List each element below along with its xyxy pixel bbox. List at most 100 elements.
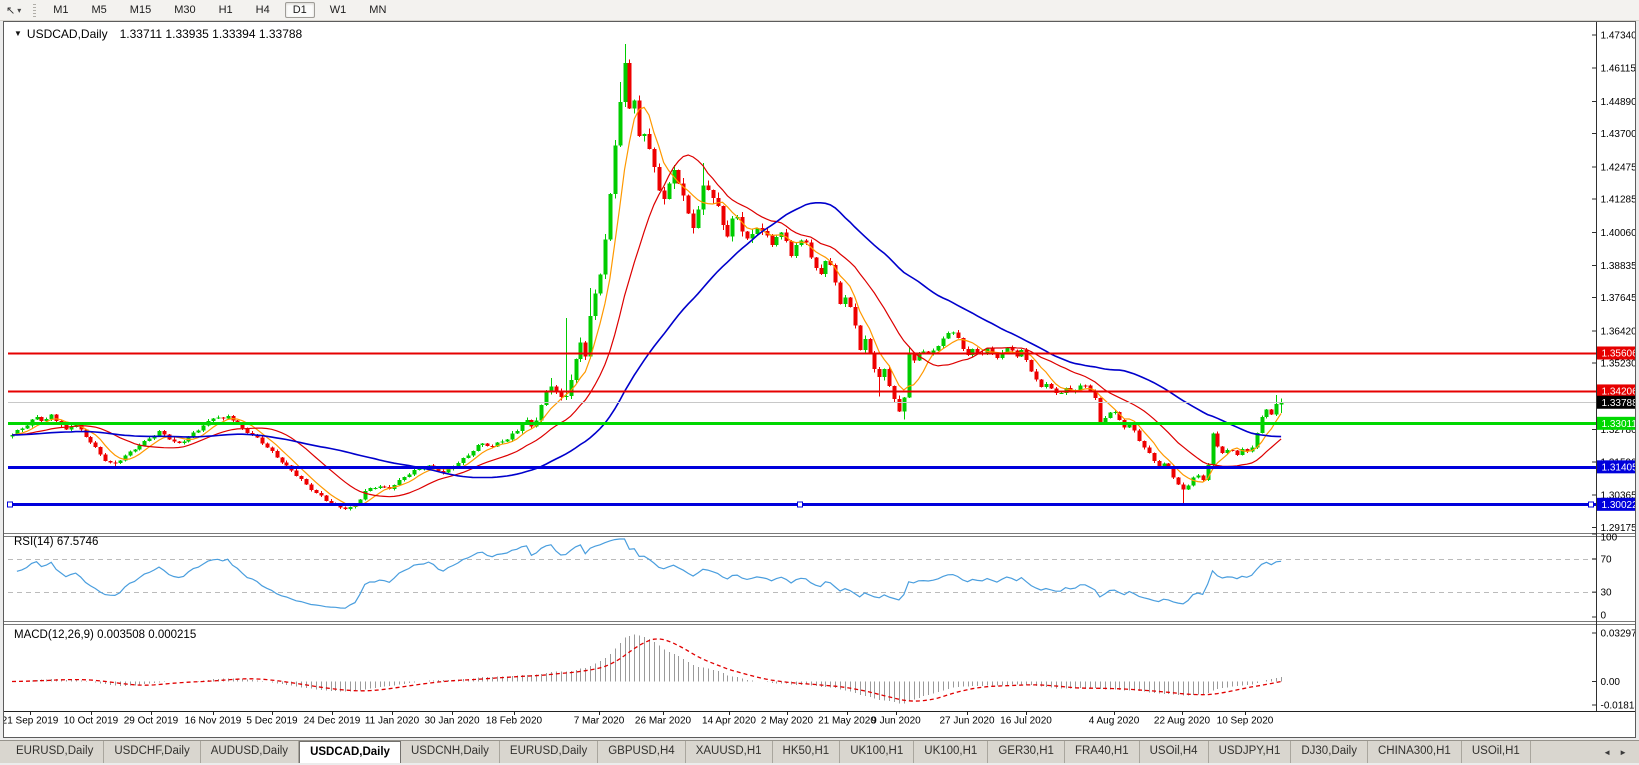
candle-body — [25, 425, 30, 429]
candle-body — [706, 185, 711, 190]
candle-body — [314, 490, 319, 493]
date-label: 2 May 2020 — [761, 716, 814, 727]
chart-tab-bar: EURUSD,Daily USDCHF,Daily AUDUSD,Daily USDC… — [0, 740, 1639, 763]
rsi-tick-label: 70 — [1601, 554, 1613, 565]
chart-title: ▼ USDCAD,Daily 1.33711 1.33935 1.33394 1.3… — [14, 27, 302, 41]
candle-body — [1108, 412, 1113, 418]
candle-body — [868, 339, 873, 354]
tab-usdjpy-h1[interactable]: USDJPY,H1 — [1209, 741, 1292, 763]
candle-body — [270, 447, 275, 452]
candle-body — [1181, 484, 1186, 490]
candle-body — [1201, 475, 1206, 481]
tab-china300-h1[interactable]: CHINA300,H1 — [1368, 741, 1462, 763]
macd-histogram — [22, 634, 1282, 704]
macd-indicator-label: MACD(12,26,9) 0.003508 0.000215 — [14, 629, 197, 641]
timeframe-button-h1[interactable]: H1 — [211, 2, 241, 18]
candle-body — [774, 237, 779, 245]
tab-audusd-daily[interactable]: AUDUSD,Daily — [201, 741, 300, 763]
tab-usdcnh-daily[interactable]: USDCNH,Daily — [401, 741, 500, 763]
timeframe-button-w1[interactable]: W1 — [322, 2, 355, 18]
candle-body — [329, 500, 334, 504]
candle-body — [872, 353, 877, 370]
candle-body — [1235, 450, 1240, 455]
candle-body — [1215, 433, 1220, 447]
timeframe-button-m1[interactable]: M1 — [45, 2, 76, 18]
tab-eurusd-daily[interactable]: EURUSD,Daily — [500, 741, 599, 763]
toolbar-grip-handle[interactable] — [33, 3, 37, 17]
timeframe-button-m30[interactable]: M30 — [166, 2, 203, 18]
chart-window[interactable]: 1.47340 1.46115 1.44890 1.43700 1.42475 1.412… — [3, 21, 1636, 738]
candle-body — [951, 332, 956, 334]
candle-body — [1142, 440, 1147, 448]
candle-body — [20, 428, 25, 431]
tab-scroll-right-icon[interactable]: ► — [1615, 746, 1631, 759]
candle-body — [647, 133, 652, 149]
tab-eurusd-daily[interactable]: EURUSD,Daily — [6, 741, 105, 763]
candle-body — [637, 100, 642, 137]
candle-body — [632, 100, 637, 109]
timeframe-button-h4[interactable]: H4 — [248, 2, 278, 18]
tab-fra40-h1[interactable]: FRA40,H1 — [1065, 741, 1140, 763]
tab-gbpusd-h4[interactable]: GBPUSD,H4 — [598, 741, 686, 763]
candle-body — [265, 443, 270, 448]
candle-body — [657, 167, 662, 191]
candle-body — [1059, 393, 1064, 395]
timeframe-button-m15[interactable]: M15 — [122, 2, 159, 18]
candle-body — [299, 476, 304, 480]
candle-body — [730, 218, 735, 237]
tab-hk50-h1[interactable]: HK50,H1 — [773, 741, 841, 763]
date-label: 30 Jan 2020 — [424, 716, 479, 727]
candle-body — [363, 490, 368, 500]
candle-body — [35, 416, 40, 420]
candle-body — [162, 431, 167, 435]
price-tag-label: 1.31405 — [1602, 462, 1636, 473]
candle-body — [1044, 383, 1049, 387]
candle-body — [823, 261, 828, 275]
rsi-indicator-label: RSI(14) 67.5746 — [14, 536, 99, 548]
candle-body — [49, 414, 54, 420]
tab-uk100-h1[interactable]: UK100,H1 — [840, 741, 915, 763]
tab-xauusd-h1[interactable]: XAUUSD,H1 — [686, 741, 773, 763]
chart-tool-dropdown-icon[interactable]: ▾ — [17, 6, 21, 15]
hline-handle[interactable] — [7, 501, 13, 508]
timeframe-button-m5[interactable]: M5 — [84, 2, 115, 18]
timeframe-button-d1[interactable]: D1 — [284, 2, 315, 18]
price-tick-label: 1.46115 — [1601, 64, 1636, 75]
candle-body — [1152, 452, 1157, 462]
candle-body — [1147, 447, 1152, 453]
hline-handle[interactable] — [797, 501, 803, 508]
date-label: 26 Mar 2020 — [635, 716, 692, 727]
candle-body — [466, 455, 471, 459]
tab-scroll-left-icon[interactable]: ◄ — [1599, 746, 1615, 759]
axes-layer: 1.47340 1.46115 1.44890 1.43700 1.42475 1.412… — [4, 22, 1635, 727]
ma-line-17 — [11, 154, 1282, 498]
candle-body — [853, 307, 858, 326]
candle-body — [118, 460, 123, 463]
date-label: 18 Feb 2020 — [486, 716, 543, 727]
ma-line-6 — [11, 106, 1282, 507]
candle-body — [721, 206, 726, 225]
candle-body — [378, 486, 383, 489]
candle-body — [113, 462, 118, 464]
chart-cursor-icon[interactable]: ↖ — [6, 4, 15, 17]
candle-body — [578, 342, 583, 360]
rsi-tick-label: 100 — [1601, 533, 1618, 544]
candle-body — [1098, 397, 1103, 423]
hline-handle[interactable] — [1588, 501, 1594, 508]
tab-usdcad-daily[interactable]: USDCAD,Daily — [299, 741, 401, 763]
tab-uk100-h1[interactable]: UK100,H1 — [914, 741, 989, 763]
tab-usoil-h4[interactable]: USOil,H4 — [1140, 741, 1209, 763]
tab-dj30-daily[interactable]: DJ30,Daily — [1291, 741, 1368, 763]
tab-usdchf-daily[interactable]: USDCHF,Daily — [104, 741, 201, 763]
candle-body — [696, 209, 701, 228]
candle-body — [309, 484, 314, 491]
candle-body — [956, 332, 961, 339]
date-label: 16 Nov 2019 — [185, 716, 242, 727]
candle-body — [686, 195, 691, 214]
timeframe-button-mn[interactable]: MN — [361, 2, 394, 18]
chart-menu-caret-icon[interactable]: ▼ — [14, 29, 22, 38]
tab-usoil-h1[interactable]: USOil,H1 — [1462, 741, 1531, 763]
tab-ger30-h1[interactable]: GER30,H1 — [988, 741, 1065, 763]
chart-canvas[interactable]: 1.47340 1.46115 1.44890 1.43700 1.42475 1.412… — [4, 22, 1635, 737]
candle-body — [691, 213, 696, 228]
